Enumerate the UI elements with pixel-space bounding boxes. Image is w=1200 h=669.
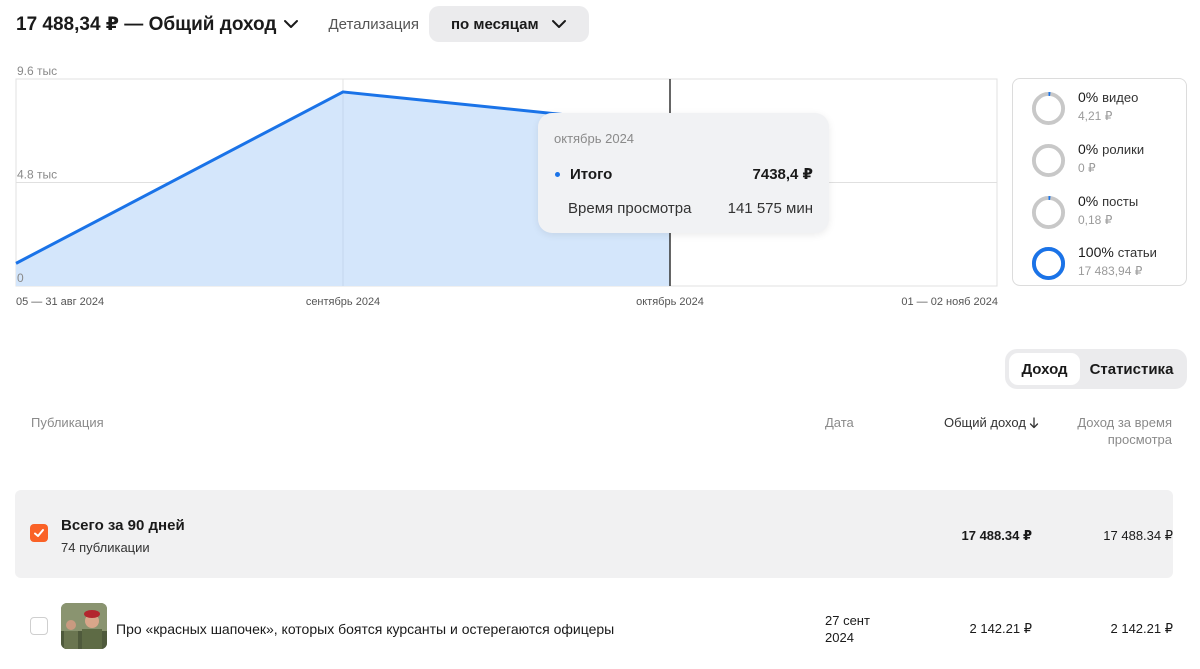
tab-statistics[interactable]: Статистика bbox=[1080, 353, 1183, 385]
total-income-dropdown[interactable]: 17 488,34 ₽ — Общий доход bbox=[16, 13, 300, 36]
legend-name: видео bbox=[1102, 90, 1139, 105]
chevron-down-icon bbox=[284, 20, 299, 28]
ring-fill bbox=[1031, 246, 1066, 281]
legend-item-shorts: 0% ролики 0 ₽ bbox=[1031, 141, 1144, 178]
legend-pct: 100% bbox=[1078, 244, 1114, 260]
donut-ring-icon bbox=[1031, 195, 1066, 230]
column-header-total-income[interactable]: Общий доход bbox=[944, 414, 1039, 431]
income-breakdown-legend: 0% видео 4,21 ₽ 0% ролики 0 ₽ 0% посты 0… bbox=[1012, 78, 1187, 286]
ring-track bbox=[1031, 195, 1066, 230]
summary-title: Всего за 90 дней bbox=[61, 517, 185, 534]
tooltip-watch-row: Время просмотра 141 575 мин bbox=[554, 200, 813, 217]
tooltip-total-row: Итого 7438,4 ₽ bbox=[554, 165, 813, 183]
publication-title[interactable]: Про «красных шапочек», которых боятся ку… bbox=[116, 621, 614, 637]
summary-total-income: 17 488.34 ₽ bbox=[961, 528, 1033, 543]
column-header-watch-income[interactable]: Доход за время просмотра bbox=[1077, 414, 1172, 448]
period-label: по месяцам bbox=[450, 15, 539, 33]
period-dropdown-button[interactable]: по месяцам bbox=[428, 6, 589, 42]
summary-watch-income: 17 488.34 ₽ bbox=[1103, 528, 1173, 543]
legend-item-articles: 100% статьи 17 483,94 ₽ bbox=[1031, 244, 1157, 281]
view-tabs: Доход Статистика bbox=[1005, 349, 1187, 389]
column-header-watch-income-line1: Доход за время bbox=[1077, 415, 1172, 430]
checkmark-icon bbox=[34, 529, 44, 537]
publication-date-line1: 27 сент bbox=[825, 613, 870, 628]
donut-ring-icon bbox=[1031, 143, 1066, 178]
x-tick-label: 01 — 02 нояб 2024 bbox=[901, 296, 998, 308]
series-dot-icon bbox=[555, 171, 560, 177]
legend-name: ролики bbox=[1102, 142, 1145, 157]
column-header-total-income-label: Общий доход bbox=[944, 415, 1026, 430]
legend-amount: 0,18 ₽ bbox=[1078, 213, 1113, 227]
summary-row: Всего за 90 дней 74 публикации 17 488.34… bbox=[15, 490, 1173, 578]
row-checkbox[interactable] bbox=[30, 617, 48, 635]
chevron-down-icon bbox=[551, 20, 566, 28]
chart-svg: 9.6 тыс 4.8 тыс 0 05 — 31 авг 2024 сентябрь … bbox=[15, 64, 998, 308]
chart-tooltip: октябрь 2024 Итого 7438,4 ₽ Время просмо… bbox=[538, 113, 829, 233]
column-header-date[interactable]: Дата bbox=[825, 414, 854, 431]
legend-amount: 0 ₽ bbox=[1078, 161, 1096, 175]
total-income-label: 17 488,34 ₽ — Общий доход bbox=[16, 13, 277, 35]
header: 17 488,34 ₽ — Общий доход Детализация по… bbox=[16, 6, 589, 42]
column-header-publication: Публикация bbox=[31, 415, 104, 430]
donut-ring-icon bbox=[1031, 91, 1066, 126]
ring-track bbox=[1031, 143, 1066, 178]
legend-pct: 0% bbox=[1078, 89, 1099, 105]
tooltip-total-value: 7438,4 ₽ bbox=[752, 166, 813, 183]
column-header-watch-income-line2: просмотра bbox=[1107, 432, 1172, 447]
legend-amount: 4,21 ₽ bbox=[1078, 109, 1113, 123]
tooltip-month: октябрь 2024 bbox=[554, 131, 635, 146]
y-tick-label: 9.6 тыс bbox=[17, 64, 57, 78]
table-row[interactable]: Про «красных шапочек», которых боятся ку… bbox=[15, 600, 1173, 655]
publication-total-income: 2 142.21 ₽ bbox=[969, 621, 1033, 636]
y-tick-label: 0 bbox=[17, 271, 24, 285]
legend-pct: 0% bbox=[1078, 141, 1099, 157]
legend-item-posts: 0% посты 0,18 ₽ bbox=[1031, 193, 1138, 230]
tooltip-watch-value: 141 575 мин bbox=[727, 200, 813, 217]
x-tick-label: октябрь 2024 bbox=[636, 296, 704, 308]
ring-track bbox=[1031, 91, 1066, 126]
publication-watch-income: 2 142.21 ₽ bbox=[1110, 621, 1174, 636]
sort-arrow-down-icon bbox=[1029, 416, 1039, 428]
income-chart[interactable]: 9.6 тыс 4.8 тыс 0 05 — 31 авг 2024 сентябрь … bbox=[0, 60, 1000, 320]
legend-amount: 17 483,94 ₽ bbox=[1078, 264, 1143, 278]
publication-thumbnail bbox=[61, 603, 107, 649]
publication-date-line2: 2024 bbox=[825, 630, 854, 645]
y-tick-label: 4.8 тыс bbox=[17, 168, 57, 182]
legend-item-video: 0% видео 4,21 ₽ bbox=[1031, 89, 1138, 126]
legend-pct: 0% bbox=[1078, 193, 1099, 209]
x-tick-label: 05 — 31 авг 2024 bbox=[16, 296, 104, 308]
publication-date: 27 сент 2024 bbox=[825, 612, 885, 646]
x-tick-label: сентябрь 2024 bbox=[306, 296, 380, 308]
tooltip-total-label: Итого bbox=[570, 165, 613, 183]
detail-label: Детализация bbox=[328, 15, 419, 33]
legend-name: посты bbox=[1102, 194, 1139, 209]
legend-name: статьи bbox=[1117, 245, 1157, 260]
tab-income[interactable]: Доход bbox=[1009, 353, 1080, 385]
tooltip-watch-label: Время просмотра bbox=[568, 200, 692, 217]
donut-ring-icon bbox=[1031, 246, 1066, 281]
summary-subtitle: 74 публикации bbox=[61, 540, 150, 555]
summary-checkbox[interactable] bbox=[30, 524, 48, 542]
